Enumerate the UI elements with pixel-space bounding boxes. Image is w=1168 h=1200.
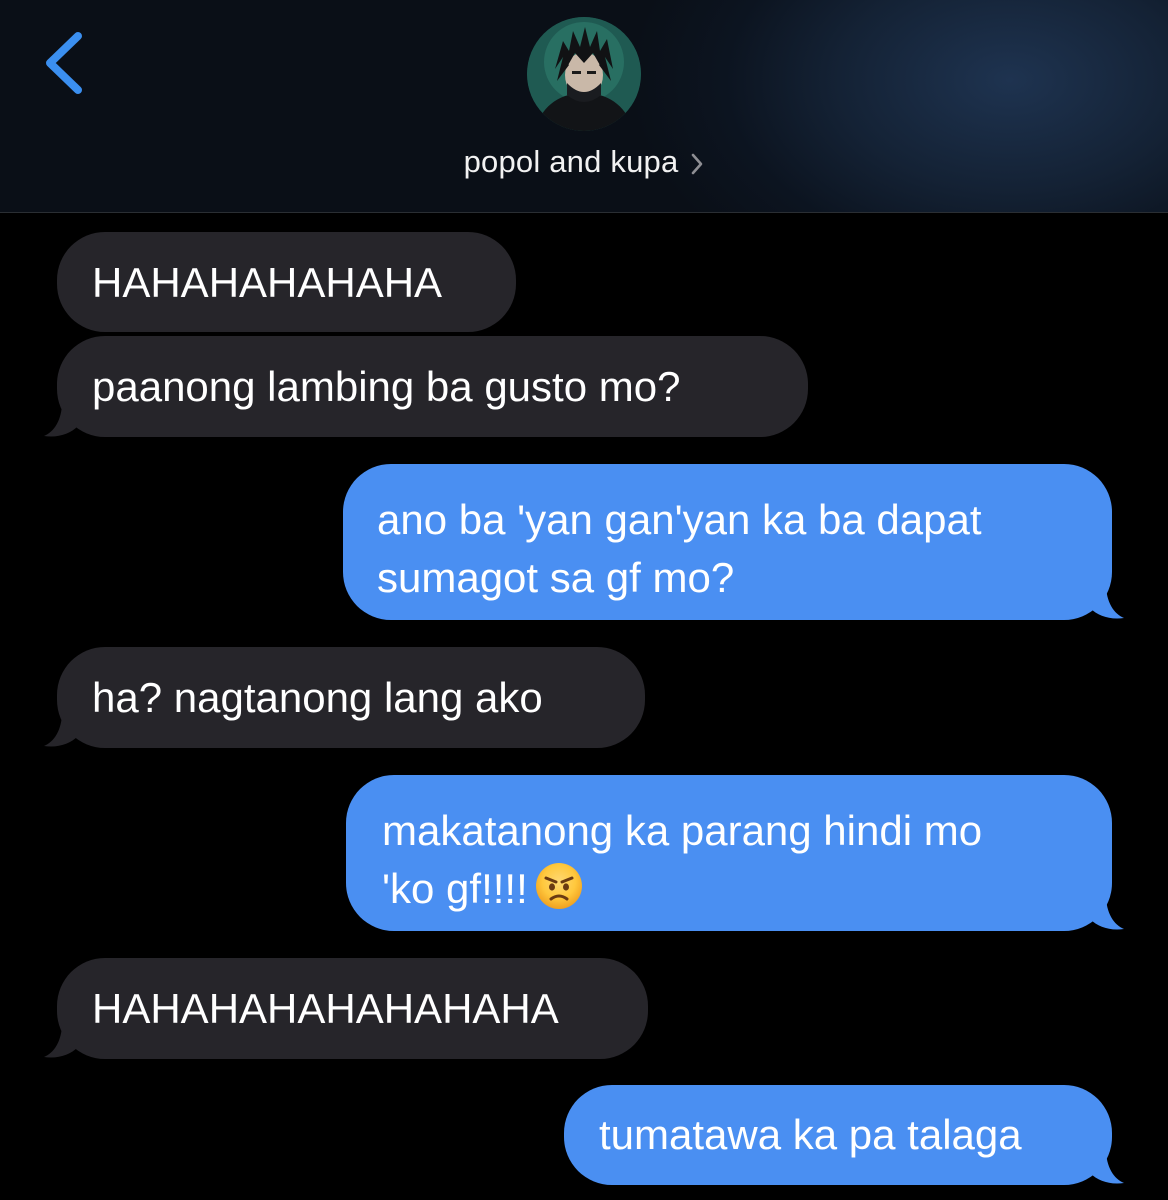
- bubble-tail: [1090, 1149, 1124, 1184]
- message-bubble-outgoing[interactable]: makatanong ka parang hindi mo 'ko gf!!!!: [346, 775, 1112, 931]
- bubble-tail: [44, 712, 78, 747]
- contact-avatar[interactable]: [527, 17, 641, 131]
- back-button[interactable]: [36, 28, 96, 98]
- avatar-image: [527, 17, 641, 131]
- chevron-right-icon: [692, 153, 703, 175]
- message-text-line: 'ko gf!!!!: [382, 865, 528, 912]
- contact-name-button[interactable]: popol and kupa: [0, 140, 1168, 184]
- message-text: HAHAHAHAHAHA: [92, 259, 443, 306]
- message-text-line: ano ba 'yan gan'yan ka ba dapat: [377, 496, 982, 543]
- message-bubble-incoming[interactable]: HAHAHAHAHAHA: [57, 232, 516, 332]
- message-bubble-incoming[interactable]: paanong lambing ba gusto mo?: [57, 336, 808, 437]
- message-text: paanong lambing ba gusto mo?: [92, 363, 681, 410]
- message-bubble-incoming[interactable]: ha? nagtanong lang ako: [57, 647, 645, 748]
- conversation-header: popol and kupa: [0, 0, 1168, 213]
- message-text: HAHAHAHAHAHAHAHA: [92, 985, 559, 1032]
- message-bubble-outgoing[interactable]: tumatawa ka pa talaga: [564, 1085, 1112, 1185]
- bubble-tail: [44, 402, 78, 437]
- message-text-line-with-emoji: 'ko gf!!!!: [382, 860, 1112, 918]
- message-text: ha? nagtanong lang ako: [92, 674, 543, 721]
- chat-screen: popol and kupa HAHAHAHAHAHA paanong lamb…: [0, 0, 1168, 1200]
- message-bubble-incoming[interactable]: HAHAHAHAHAHAHAHA: [57, 958, 648, 1059]
- angry-face-icon: [535, 863, 582, 909]
- contact-name: popol and kupa: [463, 144, 679, 179]
- message-text: tumatawa ka pa talaga: [599, 1111, 1022, 1158]
- chevron-left-icon: [46, 32, 82, 94]
- bubble-tail: [1090, 584, 1124, 619]
- message-text-line: makatanong ka parang hindi mo: [382, 807, 983, 854]
- message-text-line: sumagot sa gf mo?: [377, 554, 735, 601]
- bubble-tail: [1090, 895, 1124, 930]
- message-bubble-outgoing[interactable]: ano ba 'yan gan'yan ka ba dapat sumagot …: [343, 464, 1112, 620]
- bubble-tail: [44, 1023, 78, 1058]
